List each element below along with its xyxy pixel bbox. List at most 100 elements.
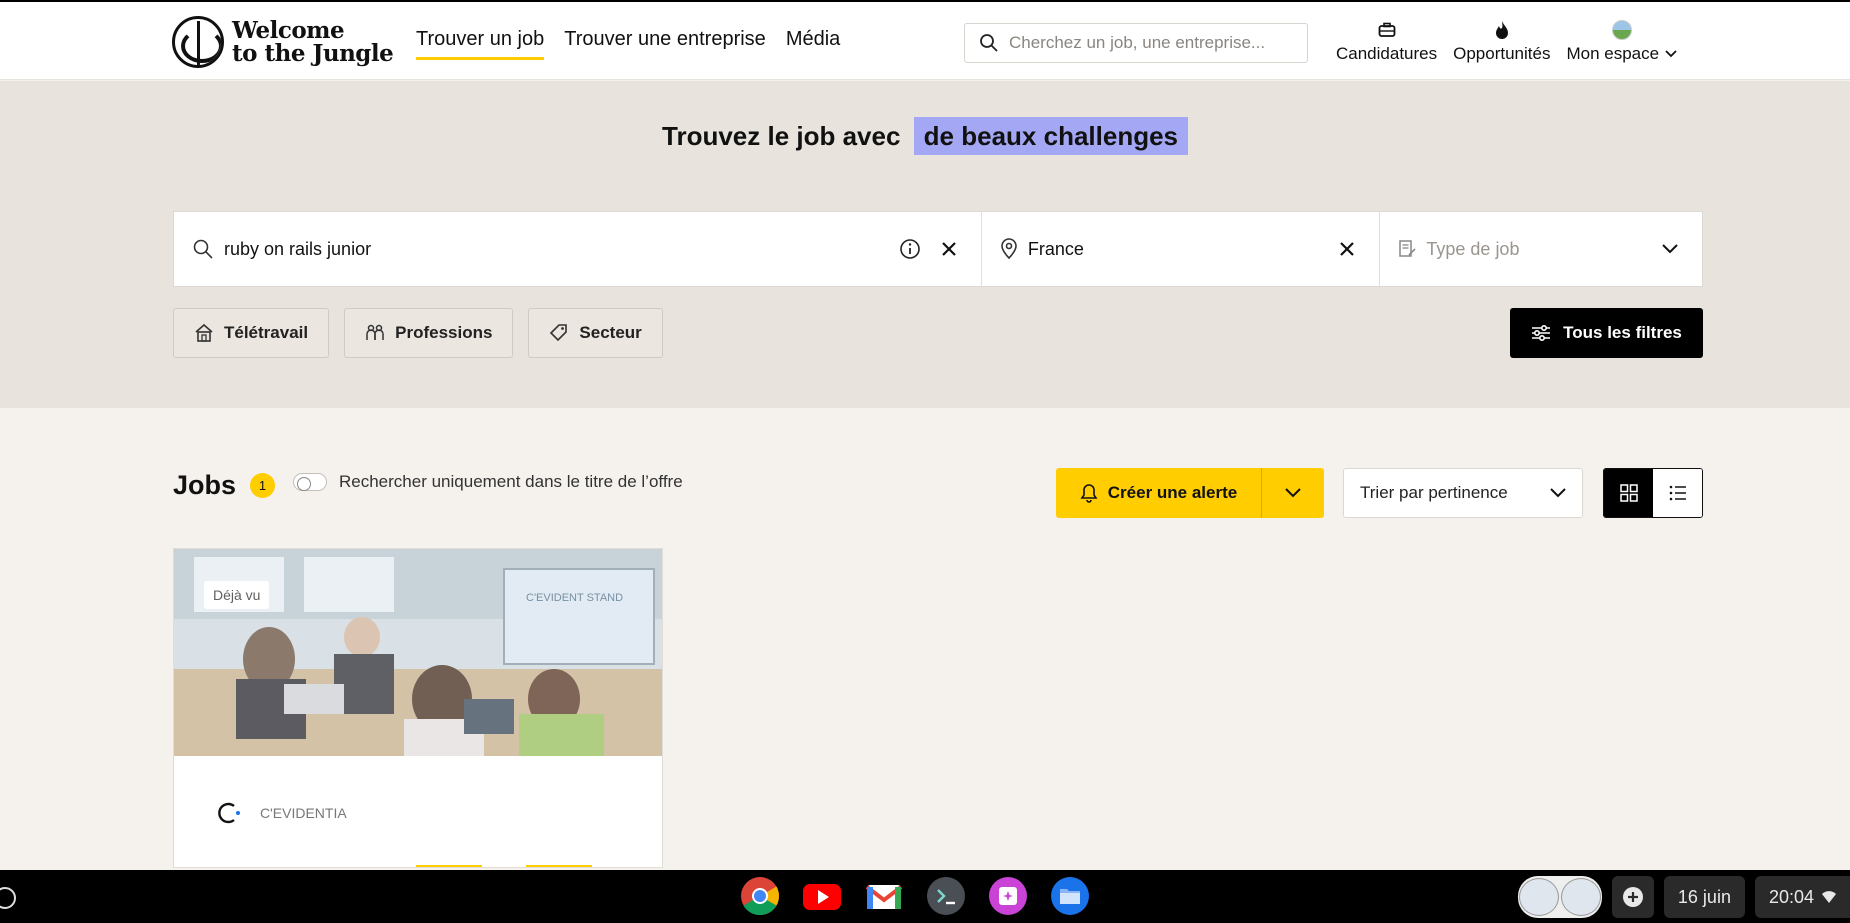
search-hero: Trouvez le job avec de beaux challenges (0, 81, 1850, 408)
filter-sector-label: Secteur (579, 323, 642, 342)
terminal-icon[interactable] (926, 876, 966, 916)
filter-remote[interactable]: Télétravail (173, 308, 330, 358)
avatar (1611, 20, 1632, 40)
youtube-icon[interactable] (802, 876, 842, 916)
briefcase-icon (1378, 20, 1396, 40)
job-tags (416, 865, 592, 867)
site-logo[interactable]: Welcome to the Jungle (172, 16, 394, 68)
all-filters-label: Tous les filtres (1563, 323, 1682, 342)
jobs-heading: Jobs 1 (173, 470, 276, 501)
filter-sector[interactable]: Secteur (528, 308, 663, 358)
launcher-icon[interactable] (0, 887, 16, 909)
applications-link[interactable]: Candidatures (1336, 20, 1437, 64)
filter-professions-label: Professions (395, 323, 493, 342)
opportunities-link[interactable]: Opportunités (1453, 20, 1550, 64)
job-type-select[interactable] (1380, 212, 1702, 286)
chevron-down-icon (1285, 488, 1301, 498)
header-search (964, 23, 1308, 63)
search-icon (193, 239, 213, 259)
bell-icon (1080, 484, 1098, 503)
title-only-label: Rechercher uniquement dans le titre de l… (339, 472, 683, 491)
jungle-logo-icon (172, 16, 224, 68)
shelf-apps (740, 876, 1090, 916)
opportunities-label: Opportunités (1453, 44, 1551, 63)
sliders-icon (1532, 324, 1551, 342)
location-pin-icon (1001, 238, 1017, 260)
seen-badge: Déjà vu (204, 581, 270, 609)
create-alert-label: Créer une alerte (1107, 483, 1238, 502)
list-icon (1669, 485, 1686, 501)
title-only-toggle-row: Rechercher uniquement dans le titre de l… (293, 472, 683, 492)
logo-line-1: Welcome (232, 17, 345, 44)
system-tray: 16 juin 20:04 (1517, 876, 1850, 918)
sort-select[interactable]: Trier par pertinence (1343, 468, 1583, 518)
chevron-down-icon[interactable] (1662, 244, 1678, 254)
date-indicator[interactable]: 16 juin (1663, 876, 1745, 918)
all-filters-button[interactable]: Tous les filtres (1510, 308, 1703, 358)
keyword-segment (174, 212, 982, 286)
grid-icon (1619, 484, 1638, 502)
list-view-button[interactable] (1653, 469, 1702, 517)
clock-time: 20:04 (1768, 886, 1814, 907)
my-space-menu[interactable]: Mon espace (1566, 20, 1677, 64)
plus-circle-icon (1622, 887, 1643, 907)
grid-view-button[interactable] (1604, 469, 1653, 517)
location-input[interactable] (1027, 238, 1308, 260)
jobs-title: Jobs (173, 470, 237, 500)
clear-keyword-icon[interactable] (941, 241, 957, 257)
create-alert-button[interactable]: Créer une alerte (1056, 468, 1262, 518)
chevron-down-icon (1550, 488, 1566, 498)
gmail-icon[interactable] (864, 876, 904, 916)
filter-chips: Télétravail Professions Secteur (173, 308, 663, 358)
clear-location-icon[interactable] (1339, 241, 1355, 257)
results-header: Jobs 1 Rechercher uniquement dans le tit… (173, 466, 1703, 520)
job-card-photo: C'EVIDENT STAND Déjà vu (174, 549, 662, 756)
keyword-input[interactable] (224, 238, 864, 260)
create-alert-button-group: Créer une alerte (1056, 468, 1324, 518)
my-space-label: Mon espace (1566, 44, 1660, 63)
screen-text: C'EVIDENT STAND (526, 592, 623, 604)
filter-professions[interactable]: Professions (344, 308, 514, 358)
company-row: C'EVIDENTIA (214, 799, 347, 827)
jobs-count-badge: 1 (250, 473, 276, 498)
hero-title-highlight: de beaux challenges (913, 117, 1188, 155)
job-card[interactable]: C'EVIDENT STAND Déjà vu C'EVIDENTIA (173, 548, 663, 868)
flame-icon (1494, 20, 1510, 40)
files-icon[interactable] (1050, 876, 1090, 916)
remote-house-icon (195, 323, 213, 342)
alert-options-dropdown[interactable] (1262, 468, 1324, 518)
people-icon (366, 324, 384, 340)
company-logo-icon (214, 799, 242, 827)
photos-app-icon[interactable] (988, 876, 1028, 916)
chrome-icon[interactable] (740, 876, 780, 916)
job-type-input[interactable] (1426, 238, 1627, 260)
nav-find-company[interactable]: Trouver une entreprise (564, 28, 766, 60)
sort-label: Trier par pertinence (1360, 483, 1508, 502)
nav-media[interactable]: Média (786, 28, 840, 60)
title-only-toggle[interactable] (293, 473, 327, 491)
hero-title-prefix: Trouvez le job avec (662, 121, 901, 151)
logo-line-2: to the Jungle (232, 40, 394, 67)
header-search-input[interactable] (1009, 33, 1289, 53)
hero-title: Trouvez le job avec de beaux challenges (0, 117, 1850, 155)
search-icon (980, 34, 998, 52)
top-header: Welcome to the Jungle Trouver un job Tro… (0, 0, 1850, 80)
window-thumbnails[interactable] (1517, 876, 1602, 918)
applications-label: Candidatures (1336, 44, 1438, 63)
tag-icon (550, 324, 568, 342)
os-taskbar: 16 juin 20:04 (0, 870, 1850, 923)
add-button[interactable] (1611, 876, 1654, 918)
user-links: Candidatures Opportunités Mon espace (1336, 20, 1677, 64)
main-nav: Trouver un job Trouver une entreprise Mé… (416, 28, 840, 60)
contract-icon (1399, 240, 1416, 257)
clock-status[interactable]: 20:04 (1754, 876, 1850, 918)
wifi-icon (1822, 891, 1836, 903)
job-search-bar (173, 211, 1703, 287)
nav-find-job[interactable]: Trouver un job (416, 28, 545, 60)
view-mode-toggle (1603, 468, 1703, 518)
chevron-down-icon (1665, 50, 1677, 58)
tag-highlight (526, 865, 592, 867)
filter-remote-label: Télétravail (224, 323, 309, 342)
tag-highlight (416, 865, 482, 867)
info-icon[interactable] (899, 238, 921, 260)
